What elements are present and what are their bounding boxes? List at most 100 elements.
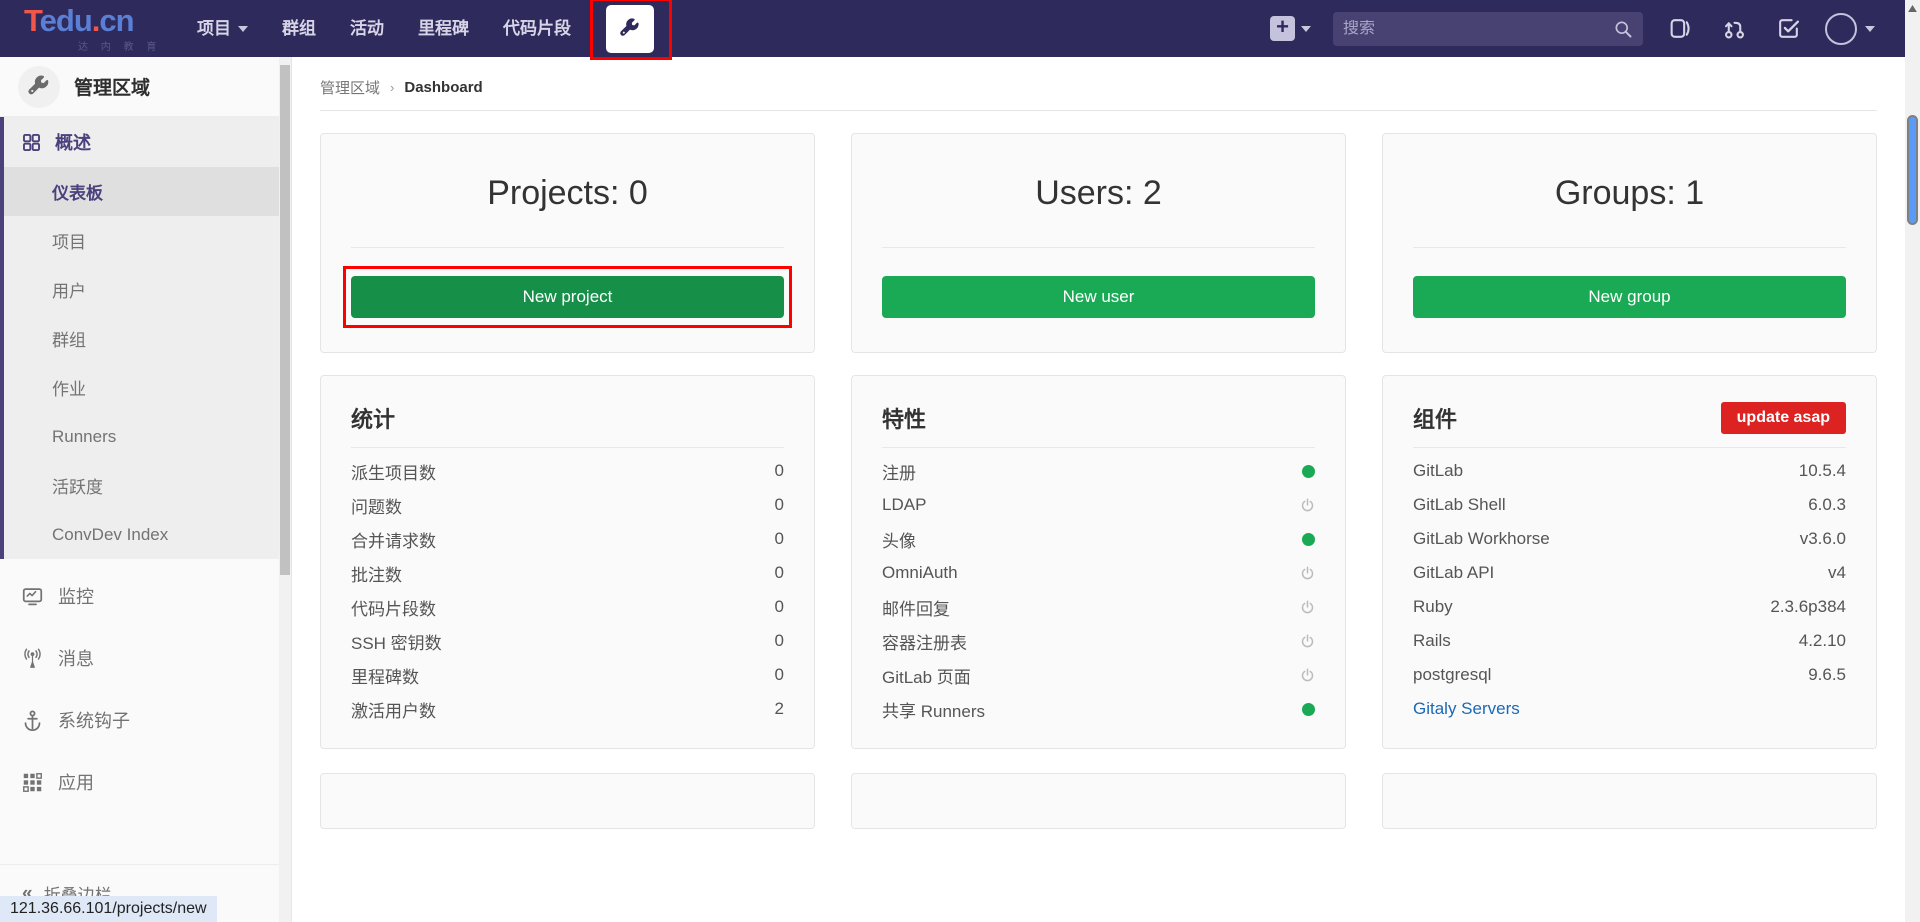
table-row: GitLab Workhorse v3.6.0 [1413,522,1846,556]
table-row: 代码片段数 0 [351,590,784,624]
sidebar-item-monitoring-label: 监控 [58,587,94,607]
todos-icon [1778,19,1799,38]
nav-item-activity[interactable]: 活动 [333,0,401,57]
new-project-button[interactable]: New project [351,276,784,318]
anchor-icon [24,710,41,731]
search-box[interactable] [1333,11,1643,46]
feature-label: GitLab 页面 [882,667,971,687]
component-version: 2.3.6p384 [1770,597,1846,616]
new-dropdown-button[interactable]: + [1258,0,1323,57]
nav-item-milestones[interactable]: 里程碑 [401,0,486,57]
status-badge-enabled [1302,532,1315,546]
sidebar-avatar [18,65,60,108]
stat-value: 0 [774,461,784,480]
power-off-icon [1301,498,1314,511]
sidebar-item-dashboard[interactable]: 仪表板 [0,167,291,216]
stat-label: 派生项目数 [351,463,436,483]
third-cards-row [292,749,1905,829]
issues-button[interactable] [1653,0,1707,57]
status-bar-url: 121.36.66.101/projects/new [0,896,217,922]
admin-area-button[interactable] [606,4,654,53]
sidebar-item-groups[interactable]: 群组 [0,314,291,363]
components-card: 组件 update asap GitLab 10.5.4 GitLab Shel… [1382,375,1877,749]
sidebar-item-system-hooks[interactable]: 系统钩子 [0,689,291,751]
sidebar-item-users[interactable]: 用户 [0,265,291,314]
table-row: 容器注册表 [882,624,1315,658]
table-row: LDAP [882,488,1315,522]
sidebar-item-convdev-index[interactable]: ConvDev Index [0,510,291,559]
broadcast-icon [24,648,41,668]
stat-value: 0 [774,665,784,684]
groups-counter-card: Groups: 1 New group [1382,133,1877,353]
page-scrollbar[interactable] [1905,0,1920,922]
navbar-right: + [1258,0,1905,57]
projects-counter-card: Projects: 0 New project [320,133,815,353]
triangle-up-icon [1908,5,1917,12]
brand-logo[interactable]: Tedu.cn 达 内 教 育 [0,0,180,57]
feature-label: 注册 [882,463,916,483]
page-scrollbar-thumb[interactable] [1907,115,1918,225]
component-version: 4.2.10 [1798,631,1846,650]
sidebar-header[interactable]: 管理区域 [0,57,291,117]
search-icon[interactable] [1613,19,1633,39]
table-row: 共享 Runners [882,692,1315,726]
stat-value: 0 [774,563,784,582]
breadcrumb-root[interactable]: 管理区域 [320,77,380,98]
avatar [1825,12,1857,45]
divider [882,247,1315,248]
sidebar-item-runners[interactable]: Runners [0,412,291,461]
breadcrumb: 管理区域 › Dashboard [292,65,1905,110]
merge-requests-button[interactable] [1707,0,1761,57]
feature-label: 头像 [882,531,916,551]
gitaly-servers-link[interactable]: Gitaly Servers [1413,699,1520,719]
table-row: SSH 密钥数 0 [351,624,784,658]
stat-value: 0 [774,631,784,650]
nav-item-groups[interactable]: 群组 [265,0,333,57]
user-menu-button[interactable] [1815,0,1889,57]
scroll-up-arrow-icon[interactable] [1905,0,1920,17]
sidebar-scrollbar[interactable] [279,57,291,922]
partial-card-middle [851,773,1346,829]
brand-logo-edu: edu [39,2,93,38]
admin-sidebar: 管理区域 概述 仪表板 项目 用户 群组 作业 Runners 活跃度 Conv… [0,57,292,922]
power-off-icon [1301,668,1314,681]
sidebar-item-activity[interactable]: 活跃度 [0,461,291,510]
todos-button[interactable] [1761,0,1815,57]
update-asap-badge[interactable]: update asap [1720,402,1846,434]
sidebar-item-monitoring[interactable]: 监控 [0,565,291,627]
sidebar-item-messages[interactable]: 消息 [0,627,291,689]
search-input[interactable] [1343,19,1613,38]
feature-label: OmniAuth [882,563,958,582]
sidebar-item-overview[interactable]: 概述 [0,117,291,167]
features-card: 特性 注册 LDAP 头像 OmniAuth 邮件回复 容器注册表 GitLab… [851,375,1346,749]
wrench-icon [620,17,639,36]
main-content: 管理区域 › Dashboard Projects: 0 New project… [292,57,1905,922]
counter-cards-row: Projects: 0 New project Users: 2 New use… [292,111,1905,353]
top-navbar: Tedu.cn 达 内 教 育 项目 群组 活动 里程碑 代码片段 + [0,0,1905,60]
table-row: 里程碑数 0 [351,658,784,692]
new-group-button[interactable]: New group [1413,276,1846,318]
component-version: 10.5.4 [1798,461,1846,480]
divider [1413,247,1846,248]
stat-value: 0 [774,597,784,616]
new-user-button[interactable]: New user [882,276,1315,318]
sidebar-overview-section: 概述 仪表板 项目 用户 群组 作业 Runners 活跃度 ConvDev I… [0,117,291,559]
feature-label: 邮件回复 [882,599,950,619]
sidebar-item-projects[interactable]: 项目 [0,216,291,265]
table-row: 头像 [882,522,1315,556]
groups-count-title: Groups: 1 [1554,174,1705,212]
stat-value: 0 [774,495,784,514]
nav-item-snippets[interactable]: 代码片段 [486,0,588,57]
sidebar-item-applications[interactable]: 应用 [0,751,291,813]
stat-value: 2 [774,699,784,718]
breadcrumb-current: Dashboard [404,79,483,96]
stat-label: 问题数 [351,497,402,517]
sidebar-item-jobs[interactable]: 作业 [0,363,291,412]
statistics-card-title: 统计 [351,407,396,432]
table-row: GitLab 10.5.4 [1413,454,1846,488]
navbar-menu: 项目 群组 活动 里程碑 代码片段 [180,0,672,60]
brand-subtitle: 达 内 教 育 [78,41,162,53]
sidebar-scrollbar-thumb[interactable] [280,65,290,575]
nav-item-projects[interactable]: 项目 [180,0,265,57]
component-label: GitLab Workhorse [1413,529,1550,548]
